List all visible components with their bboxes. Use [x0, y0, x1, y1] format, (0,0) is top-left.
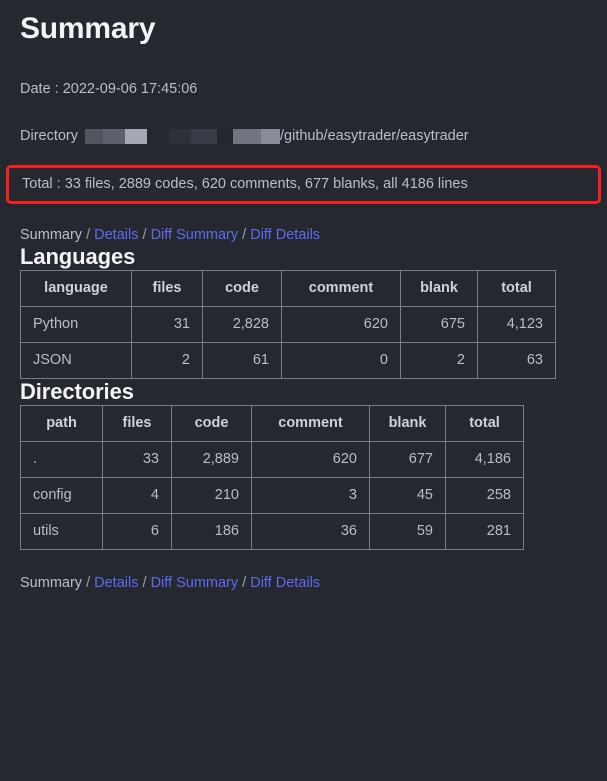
column-header-code: code	[171, 405, 252, 442]
table-row: utils 6 186 36 59 281	[20, 513, 524, 550]
redacted-path-blocks	[85, 128, 281, 145]
column-header-files: files	[131, 270, 203, 307]
directories-table: path files code comment blank total . 33…	[20, 405, 524, 550]
cell-blank: 677	[369, 441, 446, 478]
cell-comment: 620	[281, 306, 401, 343]
date-label: Date :	[20, 81, 63, 97]
redaction-block	[125, 128, 148, 144]
cell-path: .	[20, 441, 103, 478]
cell-comment: 0	[281, 342, 401, 379]
cell-blank: 675	[400, 306, 478, 343]
cell-blank: 2	[400, 342, 478, 379]
cell-files: 33	[102, 441, 172, 478]
redaction-block	[191, 128, 218, 144]
directory-path-tail: /github/easytrader/easytrader	[280, 128, 469, 144]
cell-language: Python	[20, 306, 132, 343]
table-header-row: path files code comment blank total	[20, 405, 524, 442]
cell-files: 31	[131, 306, 203, 343]
table-row: Python 31 2,828 620 675 4,123	[20, 306, 556, 343]
section-title-languages: Languages	[20, 244, 136, 269]
column-header-language: language	[20, 270, 132, 307]
date-line: Date : 2022-09-06 17:45:06	[20, 80, 587, 98]
cell-code: 186	[171, 513, 252, 550]
nav-link-details[interactable]: Details	[94, 575, 138, 591]
column-header-total: total	[445, 405, 524, 442]
cell-comment: 36	[251, 513, 370, 550]
page-title: Summary	[20, 12, 156, 45]
nav-separator: /	[138, 575, 151, 591]
table-row: JSON 2 61 0 2 63	[20, 342, 556, 379]
column-header-files: files	[102, 405, 172, 442]
nav-link-diff-details[interactable]: Diff Details	[250, 227, 320, 243]
cell-blank: 59	[369, 513, 446, 550]
cell-language: JSON	[20, 342, 132, 379]
cell-total: 63	[477, 342, 556, 379]
directory-label: Directory	[20, 128, 79, 144]
table-row: config 4 210 3 45 258	[20, 477, 524, 514]
nav-separator: /	[82, 575, 95, 591]
summary-report-page: Summary Date : 2022-09-06 17:45:06 Direc…	[0, 12, 607, 592]
column-header-blank: blank	[400, 270, 478, 307]
breadcrumb-nav-bottom: Summary / Details / Diff Summary / Diff …	[20, 574, 587, 592]
total-summary-text: Total : 33 files, 2889 codes, 620 commen…	[22, 176, 468, 192]
redaction-block	[169, 128, 192, 144]
column-header-path: path	[20, 405, 103, 442]
cell-path: config	[20, 477, 103, 514]
nav-link-diff-summary[interactable]: Diff Summary	[151, 227, 239, 243]
cell-total: 258	[445, 477, 524, 514]
cell-code: 2,828	[202, 306, 282, 343]
nav-current-summary: Summary	[20, 575, 83, 591]
cell-code: 61	[202, 342, 282, 379]
column-header-blank: blank	[369, 405, 446, 442]
cell-comment: 620	[251, 441, 370, 478]
cell-total: 4,186	[445, 441, 524, 478]
nav-separator: /	[238, 227, 251, 243]
languages-table: language files code comment blank total …	[20, 270, 556, 379]
cell-comment: 3	[251, 477, 370, 514]
column-header-comment: comment	[251, 405, 370, 442]
cell-total: 4,123	[477, 306, 556, 343]
directory-line: Directory /github/easytrader/easytrader	[20, 127, 587, 145]
cell-files: 2	[131, 342, 203, 379]
redaction-block	[85, 128, 104, 144]
cell-blank: 45	[369, 477, 446, 514]
redaction-block	[103, 128, 126, 144]
redaction-block	[217, 128, 234, 144]
total-summary-highlight-box: Total : 33 files, 2889 codes, 620 commen…	[6, 165, 601, 204]
nav-separator: /	[82, 227, 95, 243]
cell-code: 210	[171, 477, 252, 514]
redaction-block	[261, 128, 281, 144]
nav-link-diff-details[interactable]: Diff Details	[250, 575, 320, 591]
nav-separator: /	[238, 575, 251, 591]
breadcrumb-nav-top: Summary / Details / Diff Summary / Diff …	[20, 226, 587, 244]
date-value: 2022-09-06 17:45:06	[62, 81, 198, 97]
nav-separator: /	[138, 227, 151, 243]
redaction-block	[233, 128, 262, 144]
cell-code: 2,889	[171, 441, 252, 478]
column-header-code: code	[202, 270, 282, 307]
table-row: . 33 2,889 620 677 4,186	[20, 441, 524, 478]
column-header-total: total	[477, 270, 556, 307]
cell-files: 6	[102, 513, 172, 550]
section-title-directories: Directories	[20, 379, 134, 404]
column-header-comment: comment	[281, 270, 401, 307]
nav-link-details[interactable]: Details	[94, 227, 138, 243]
cell-files: 4	[102, 477, 172, 514]
table-header-row: language files code comment blank total	[20, 270, 556, 307]
cell-path: utils	[20, 513, 103, 550]
redaction-gap	[147, 129, 169, 144]
nav-current-summary: Summary	[20, 227, 83, 243]
nav-link-diff-summary[interactable]: Diff Summary	[151, 575, 239, 591]
cell-total: 281	[445, 513, 524, 550]
